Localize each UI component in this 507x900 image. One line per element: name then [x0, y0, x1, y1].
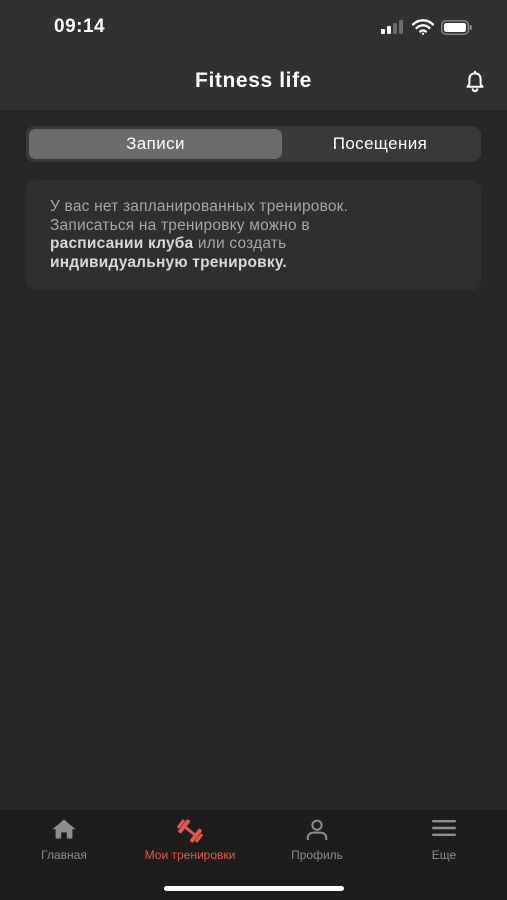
profile-icon: [306, 819, 328, 840]
empty-state-text: У вас нет запланированных тренировок. За…: [50, 198, 457, 272]
tab-home-label: Главная: [41, 848, 87, 862]
tab-more-label: Еще: [431, 848, 457, 862]
menu-icon: [432, 820, 456, 836]
page-title: Fitness life: [195, 69, 312, 92]
battery-icon: [441, 19, 472, 35]
status-icons: [381, 19, 473, 35]
status-bar: 09:14: [0, 0, 507, 56]
empty-state-middle: или создать: [193, 235, 287, 252]
bell-icon[interactable]: [463, 70, 487, 94]
tab-more[interactable]: Еще: [381, 810, 507, 870]
empty-state-card: У вас нет запланированных тренировок. За…: [26, 180, 481, 290]
segmented-control: Записи Посещения: [26, 126, 481, 162]
tab-profile[interactable]: Профиль: [254, 810, 380, 870]
empty-state-line-2: Записаться на тренировку можно в: [50, 216, 310, 234]
segment-records[interactable]: Записи: [29, 129, 282, 159]
wifi-icon: [412, 19, 434, 35]
individual-training-link[interactable]: индивидуальную тренировку.: [50, 254, 287, 271]
status-time: 09:14: [54, 16, 106, 37]
tab-my-workouts[interactable]: Мои тренировки: [127, 810, 253, 870]
cellular-signal-icon: [381, 20, 403, 34]
home-icon: [52, 819, 76, 839]
club-schedule-link[interactable]: расписании клуба: [50, 235, 193, 252]
home-indicator[interactable]: [164, 886, 344, 891]
tab-profile-label: Профиль: [291, 848, 343, 862]
app-header: Fitness life: [0, 56, 507, 110]
tab-home[interactable]: Главная: [1, 810, 127, 870]
dumbbell-icon: [177, 819, 203, 843]
tab-my-workouts-label: Мои тренировки: [144, 848, 236, 862]
empty-state-line-1: У вас нет запланированных тренировок.: [50, 198, 349, 215]
segment-visits[interactable]: Посещения: [282, 129, 478, 159]
